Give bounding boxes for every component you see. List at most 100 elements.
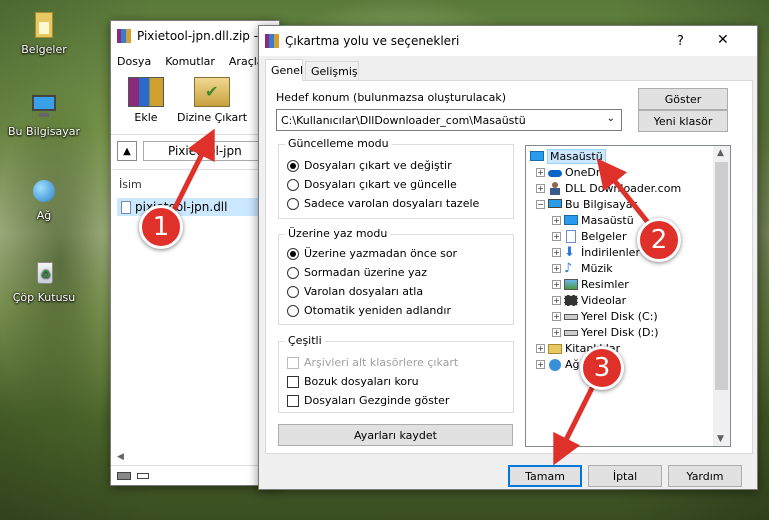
expand-icon[interactable]: + xyxy=(536,183,545,193)
horizontal-scrollbar[interactable]: ◀ xyxy=(113,449,263,465)
tree-item-downloads[interactable]: + ⬇ İndirilenler xyxy=(552,244,640,260)
desktop-icon xyxy=(530,150,544,163)
destination-combobox[interactable]: C:\Kullanıcılar\DllDownloader_com\Masaüs… xyxy=(276,109,622,131)
radio-skip-existing[interactable]: Varolan dosyaları atla xyxy=(287,285,423,298)
help-button[interactable]: ? xyxy=(677,34,684,49)
expand-icon[interactable]: + xyxy=(552,327,561,337)
scroll-down-icon[interactable]: ▼ xyxy=(717,434,724,444)
tree-item-documents[interactable]: + Belgeler xyxy=(552,228,626,244)
radio-ask-before-overwrite[interactable]: Üzerine yazmadan önce sor xyxy=(287,247,457,260)
expand-icon[interactable]: + xyxy=(552,215,561,225)
radio-icon xyxy=(287,247,299,260)
menu-file[interactable]: Dosya xyxy=(117,55,151,68)
expand-icon[interactable]: + xyxy=(552,295,561,305)
winrar-titlebar[interactable]: Pixietool-jpn.dll.zip - xyxy=(111,21,279,51)
radio-icon xyxy=(287,159,299,172)
checkbox-icon xyxy=(287,375,299,388)
destination-label: Hedef konum (bulunmazsa oluşturulacak) xyxy=(276,91,506,104)
menu-commands[interactable]: Komutlar xyxy=(165,55,215,68)
radio-icon xyxy=(287,197,299,210)
tree-item-music[interactable]: + ♪ Müzik xyxy=(552,260,613,276)
tree-item-videos[interactable]: + Videolar xyxy=(552,292,626,308)
overwrite-mode-title: Üzerine yaz modu xyxy=(285,227,391,240)
file-row[interactable]: pixietool-jpn.dll xyxy=(117,198,261,216)
tab-general[interactable]: Genel xyxy=(265,59,303,81)
extract-to-button[interactable]: ✔ Dizine Çıkart xyxy=(177,77,247,124)
step-badge-1: 1 xyxy=(139,205,183,249)
help-dialog-button[interactable]: Yardım xyxy=(668,465,742,487)
winrar-menubar: Dosya Komutlar Araçla xyxy=(117,55,264,68)
tree-item-network[interactable]: + Ağ xyxy=(536,356,580,372)
libraries-icon xyxy=(548,342,562,355)
dialog-titlebar[interactable]: Çıkartma yolu ve seçenekleri ? ✕ xyxy=(259,26,757,56)
checkbox-icon xyxy=(287,394,299,407)
desktop-icon-documents[interactable]: Belgeler xyxy=(9,10,79,56)
music-icon: ♪ xyxy=(564,260,573,276)
path-field[interactable]: Pixietool-jpn xyxy=(143,141,277,161)
expand-icon[interactable]: + xyxy=(552,311,561,321)
expand-icon[interactable]: + xyxy=(552,279,561,289)
dialog-title: Çıkartma yolu ve seçenekleri xyxy=(285,34,460,48)
desktop-icon-label: Ağ xyxy=(36,209,52,222)
chevron-down-icon: ⌄ xyxy=(606,113,615,124)
desktop-icon xyxy=(564,214,578,227)
dialog-app-icon xyxy=(265,34,279,48)
checkbox-show-in-explorer[interactable]: Dosyaları Gezginde göster xyxy=(287,394,449,407)
tree-item-user[interactable]: + DLL Downloader.com xyxy=(536,180,681,196)
close-icon[interactable]: ✕ xyxy=(717,32,729,48)
tree-vertical-scrollbar[interactable]: ▲ ▼ xyxy=(713,146,730,446)
scroll-up-icon[interactable]: ▲ xyxy=(717,148,724,158)
tree-item-drive-c[interactable]: + Yerel Disk (C:) xyxy=(552,308,658,324)
winrar-statusbar xyxy=(111,465,279,485)
ok-button[interactable]: Tamam xyxy=(508,465,582,487)
tree-item-drive-d[interactable]: + Yerel Disk (D:) xyxy=(552,324,659,340)
tree-item-this-pc[interactable]: − Bu Bilgisayar xyxy=(536,196,637,212)
recycle-bin-icon: ♻ xyxy=(29,258,59,288)
tree-item-pictures[interactable]: + Resimler xyxy=(552,276,629,292)
collapse-icon[interactable]: − xyxy=(536,199,545,209)
new-folder-button[interactable]: Yeni klasör xyxy=(638,110,728,132)
extract-dialog: Çıkartma yolu ve seçenekleri ? ✕ Genel G… xyxy=(258,25,758,490)
expand-icon[interactable]: + xyxy=(536,167,545,177)
radio-extract-replace[interactable]: Dosyaları çıkart ve değiştir xyxy=(287,159,452,172)
up-folder-button[interactable]: ▲ xyxy=(117,141,137,161)
step-badge-3: 3 xyxy=(580,346,624,390)
cancel-button[interactable]: İptal xyxy=(588,465,662,487)
expand-icon[interactable]: + xyxy=(552,231,561,241)
video-icon xyxy=(564,294,578,307)
radio-overwrite-without-prompt[interactable]: Sormadan üzerine yaz xyxy=(287,266,427,279)
misc-title: Çeşitli xyxy=(285,334,325,347)
file-list: İsim pixietool-jpn.dll ◀ xyxy=(113,169,279,465)
tab-advanced[interactable]: Gelişmiş xyxy=(305,61,359,80)
radio-icon xyxy=(287,285,299,298)
tree-item-desktop-root[interactable]: Masaüstü xyxy=(530,148,606,164)
desktop-icon-recycle-bin[interactable]: ♻ Çöp Kutusu xyxy=(9,258,79,304)
winrar-title: Pixietool-jpn.dll.zip - xyxy=(137,29,259,43)
desktop-icon-network[interactable]: Ağ xyxy=(9,176,79,222)
key-icon xyxy=(137,472,149,479)
user-icon xyxy=(548,181,562,195)
expand-icon[interactable]: + xyxy=(536,343,545,353)
radio-icon xyxy=(287,304,299,317)
radio-rename-automatically[interactable]: Otomatik yeniden adlandır xyxy=(287,304,451,317)
folder-tree[interactable]: Masaüstü + OneDrive + DLL Downloader.com… xyxy=(525,145,731,447)
books-icon xyxy=(128,77,164,107)
drive-icon xyxy=(564,310,578,323)
misc-group: Çeşitli Arşivleri alt klasörlere çıkart … xyxy=(278,334,514,413)
scroll-thumb[interactable] xyxy=(715,162,728,390)
destination-value: C:\Kullanıcılar\DllDownloader_com\Masaüs… xyxy=(281,113,526,127)
radio-extract-update[interactable]: Dosyaları çıkart ve güncelle xyxy=(287,178,457,191)
tree-item-onedrive[interactable]: + OneDrive xyxy=(536,164,617,180)
add-button[interactable]: Ekle xyxy=(121,77,171,124)
save-settings-button[interactable]: Ayarları kaydet xyxy=(278,424,513,446)
expand-icon[interactable]: + xyxy=(552,247,561,257)
checkbox-keep-broken-files[interactable]: Bozuk dosyaları koru xyxy=(287,375,419,388)
expand-icon[interactable]: + xyxy=(536,359,545,369)
radio-freshen-existing[interactable]: Sadece varolan dosyaları tazele xyxy=(287,197,479,210)
winrar-window: Pixietool-jpn.dll.zip - Dosya Komutlar A… xyxy=(110,20,280,486)
expand-icon[interactable]: + xyxy=(552,263,561,273)
tree-item-desktop[interactable]: + Masaüstü xyxy=(552,212,634,228)
desktop-icon-this-pc[interactable]: Bu Bilgisayar xyxy=(5,92,83,138)
show-button[interactable]: Göster xyxy=(638,88,728,110)
column-name-header[interactable]: İsim xyxy=(119,178,142,191)
